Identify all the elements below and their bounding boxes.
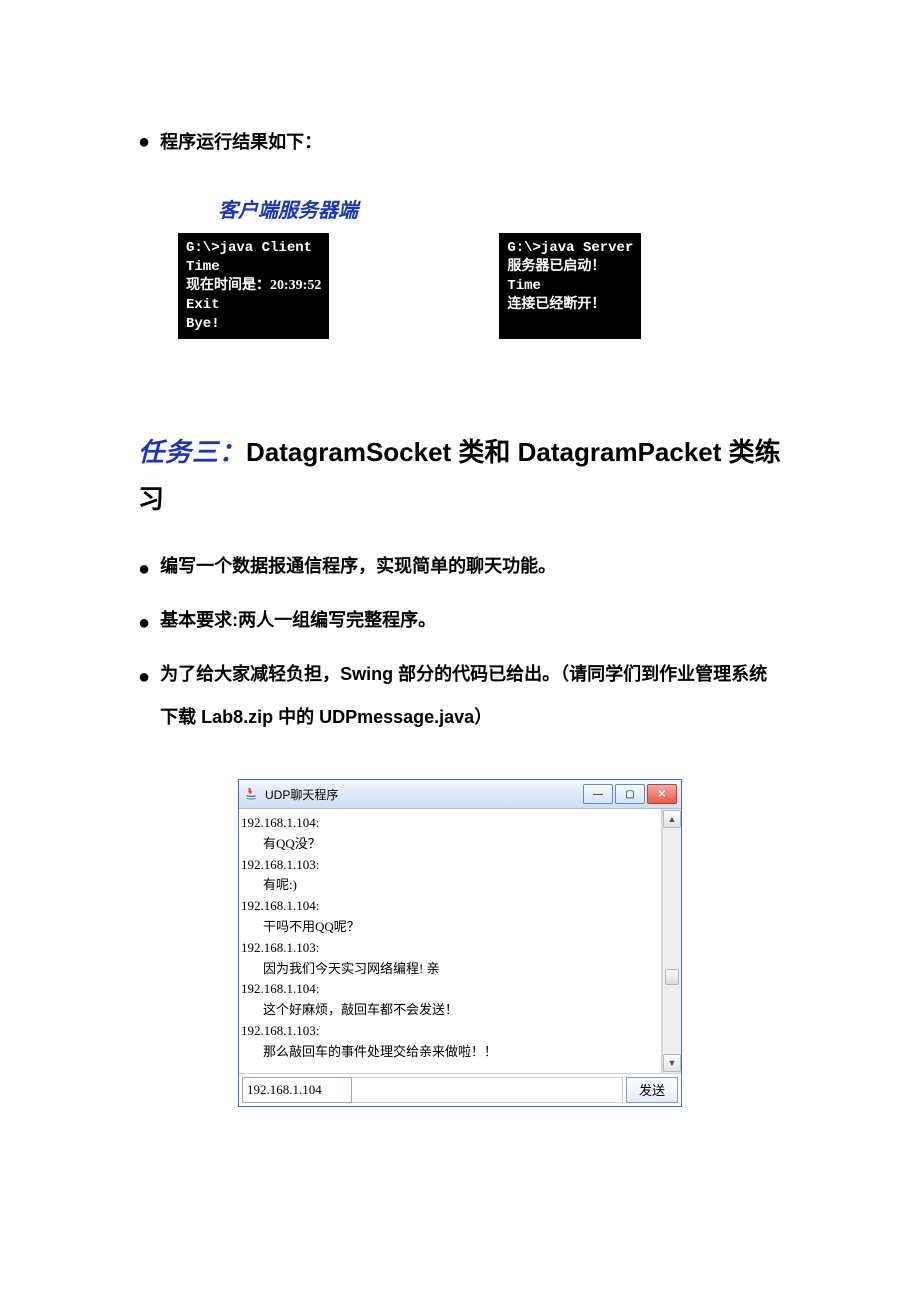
scroll-up-icon[interactable]: ▲ <box>663 810 681 828</box>
chat-ip: 192.168.1.104: <box>241 813 659 834</box>
chat-msg: 有呢:) <box>241 875 659 896</box>
chat-msg: 这个好麻烦，敲回车都不会发送！ <box>241 1000 659 1021</box>
task-bullets: ● 编写一个数据报通信程序，实现简单的聊天功能。 ● 基本要求:两人一组编写完整… <box>138 545 782 739</box>
send-button[interactable]: 发送 <box>626 1077 678 1103</box>
minimize-button[interactable]: — <box>583 784 613 804</box>
intro-text: 程序运行结果如下： <box>160 128 322 154</box>
chat-msg: 那么敲回车的事件处理交给亲来做啦！！ <box>241 1042 659 1063</box>
chat-ip: 192.168.1.104: <box>241 896 659 917</box>
chat-ip: 192.168.1.104: <box>241 979 659 1000</box>
chat-msg: 因为我们今天实习网络编程! 亲 <box>241 959 659 980</box>
server-line-1: 服务器已启动！ <box>507 259 605 274</box>
scrollbar[interactable]: ▲ ▼ <box>662 809 681 1073</box>
scroll-thumb[interactable] <box>665 969 679 985</box>
window-buttons: — ▢ ✕ <box>583 784 677 804</box>
client-line-3: Exit <box>186 297 220 313</box>
chat-ip: 192.168.1.103: <box>241 1021 659 1042</box>
bullet-dot: ● <box>138 545 150 593</box>
client-line-1: Time <box>186 259 220 275</box>
chat-ip: 192.168.1.103: <box>241 938 659 959</box>
intro-bullet: ● 程序运行结果如下： <box>138 128 782 154</box>
client-terminal: G:\>java Client Time 现在时间是：20:39:52 Exit… <box>178 233 329 339</box>
scroll-down-icon[interactable]: ▼ <box>663 1054 681 1072</box>
bullet-dot: ● <box>138 653 150 701</box>
client-line-4: Bye! <box>186 316 220 332</box>
chat-log: 192.168.1.104: 有QQ没？ 192.168.1.103: 有呢:)… <box>239 809 662 1073</box>
chat-msg: 有QQ没？ <box>241 834 659 855</box>
bullet-dot: ● <box>138 132 150 152</box>
server-line-0: G:\>java Server <box>507 240 633 256</box>
chat-msg: 干吗不用QQ呢？ <box>241 917 659 938</box>
down-arrow: ▼ <box>668 1058 677 1068</box>
ip-input[interactable]: 192.168.1.104 <box>242 1077 352 1103</box>
client-line-0: G:\>java Client <box>186 240 312 256</box>
udp-chat-window: UDP聊天程序 — ▢ ✕ 192.168.1.104: 有QQ没？ 192.1… <box>238 779 682 1107</box>
server-line-2: Time <box>507 278 541 294</box>
bullet-1: ● 编写一个数据报通信程序，实现简单的聊天功能。 <box>138 545 782 593</box>
chat-ip: 192.168.1.103: <box>241 855 659 876</box>
bullet-1-text: 编写一个数据报通信程序，实现简单的聊天功能。 <box>160 545 782 588</box>
java-icon <box>243 786 259 802</box>
window-title: UDP聊天程序 <box>265 786 338 803</box>
input-bar: 192.168.1.104 发送 <box>239 1073 681 1106</box>
close-icon: ✕ <box>658 789 666 800</box>
bullet-dot: ● <box>138 599 150 647</box>
bullet-3: ● 为了给大家减轻负担，Swing 部分的代码已给出。（请同学们到作业管理系统下… <box>138 653 782 739</box>
bullet-2-text: 基本要求:两人一组编写完整程序。 <box>160 599 782 642</box>
minimize-icon: — <box>593 789 603 800</box>
client-line-2: 现在时间是：20:39:52 <box>186 278 321 293</box>
scroll-track[interactable] <box>665 829 679 1053</box>
client-server-label: 客户端服务器端 <box>218 200 358 222</box>
document-page: ● 程序运行结果如下： 客户端服务器端 G:\>java Client Time… <box>0 0 920 1187</box>
task-heading: 任务三：DatagramSocket 类和 DatagramPacket 类练习 <box>138 429 782 523</box>
up-arrow: ▲ <box>668 814 677 824</box>
task-prefix: 任务三： <box>138 437 246 467</box>
message-input[interactable] <box>352 1077 623 1103</box>
close-button[interactable]: ✕ <box>647 784 677 804</box>
maximize-icon: ▢ <box>625 789 634 800</box>
bullet-2: ● 基本要求:两人一组编写完整程序。 <box>138 599 782 647</box>
chat-body: 192.168.1.104: 有QQ没？ 192.168.1.103: 有呢:)… <box>239 809 681 1073</box>
server-line-3: 连接已经断开！ <box>507 297 605 312</box>
send-label: 发送 <box>639 1080 665 1099</box>
bullet-3-text: 为了给大家减轻负担，Swing 部分的代码已给出。（请同学们到作业管理系统下载 … <box>160 653 782 739</box>
terminal-row: G:\>java Client Time 现在时间是：20:39:52 Exit… <box>178 233 782 339</box>
maximize-button[interactable]: ▢ <box>615 784 645 804</box>
titlebar[interactable]: UDP聊天程序 — ▢ ✕ <box>239 780 681 809</box>
server-terminal: G:\>java Server 服务器已启动！ Time 连接已经断开！ <box>499 233 641 339</box>
terminal-labels: 客户端服务器端 <box>218 194 782 223</box>
